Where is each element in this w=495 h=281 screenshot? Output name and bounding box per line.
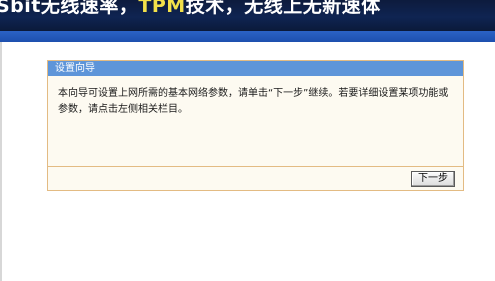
banner-slogan-highlight: TPM <box>138 0 186 17</box>
banner-strip <box>0 31 495 42</box>
panel-footer: 下一步 <box>48 167 463 190</box>
banner-slogan-part1: Sbit无线速率， <box>0 0 139 17</box>
banner-slogan: Sbit无线速率，TPM技术，无线上无新速体 <box>0 0 381 18</box>
banner-slogan-part2: 技术，无线上无新速体 <box>185 0 381 17</box>
left-frame-divider <box>0 42 2 281</box>
setup-wizard-panel: 设置向导 本向导可设置上网所需的基本网络参数，请单击“下一步”继续。若要详细设置… <box>47 60 464 191</box>
next-button[interactable]: 下一步 <box>411 171 455 187</box>
wizard-description: 本向导可设置上网所需的基本网络参数，请单击“下一步”继续。若要详细设置某项功能或… <box>48 76 463 167</box>
top-banner: Sbit无线速率，TPM技术，无线上无新速体 <box>0 0 495 31</box>
panel-title: 设置向导 <box>48 61 463 76</box>
